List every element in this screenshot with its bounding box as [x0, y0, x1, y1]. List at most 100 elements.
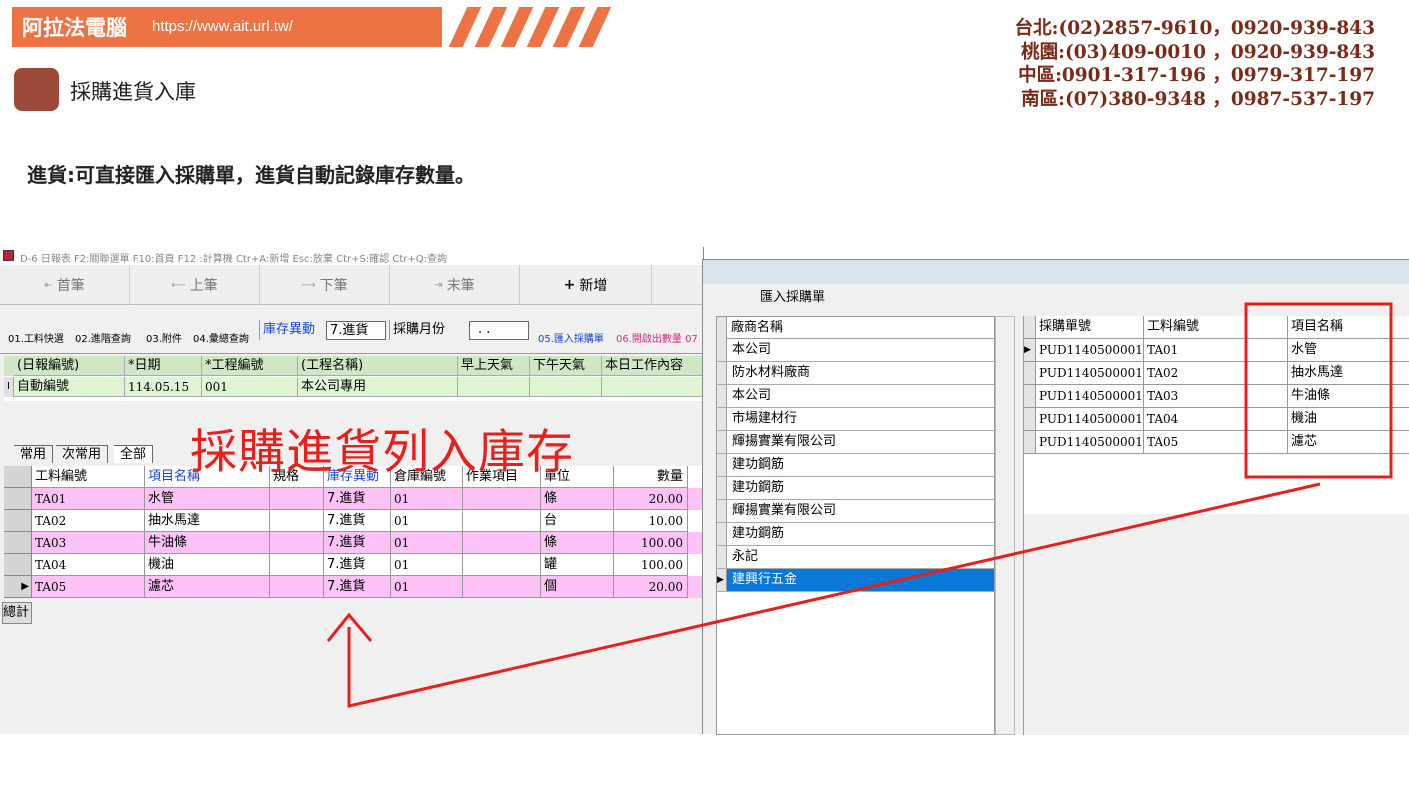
column-header[interactable]: *工程編號 [202, 356, 298, 376]
tab-secondary[interactable]: 次常用 [56, 445, 109, 463]
table-row[interactable]: ▶ TA05 濾芯 7.進貨 01 個 20.00 [4, 576, 703, 598]
spec-cell[interactable] [270, 576, 324, 598]
tab-all[interactable]: 全部 [114, 445, 154, 463]
po-number-cell[interactable]: PUD1140500001 [1036, 339, 1144, 362]
column-header[interactable]: 早上天氣 [458, 356, 530, 376]
operation-cell[interactable] [463, 576, 541, 598]
vendor-row[interactable]: 建功鋼筋 [717, 454, 994, 477]
po-number-cell[interactable]: PUD1140500001 [1036, 431, 1144, 454]
table-row[interactable]: PUD1140500001 TA04 機油 [1024, 408, 1409, 431]
column-header[interactable]: 工料編號 [32, 466, 145, 488]
column-header[interactable]: *日期 [125, 356, 202, 376]
column-header[interactable]: (日報編號) [14, 356, 125, 376]
item-name-cell[interactable]: 抽水馬達 [1288, 362, 1409, 385]
column-header[interactable]: 項目名稱 [1288, 316, 1409, 339]
vendor-row[interactable]: 本公司 [717, 385, 994, 408]
table-row[interactable]: TA04 機油 7.進貨 01 罐 100.00 [4, 554, 703, 576]
brand-url[interactable]: https://www.ait.url.tw/ [152, 18, 293, 35]
unit-cell[interactable]: 台 [541, 510, 614, 532]
stock-change-cell[interactable]: 7.進貨 [324, 510, 391, 532]
last-record-button[interactable]: ⇥ 末筆 [390, 265, 520, 305]
quantity-cell[interactable]: 20.00 [614, 488, 688, 510]
item-name-cell[interactable]: 抽水馬達 [145, 510, 270, 532]
progress-query-button[interactable]: 02.進階查詢 [75, 330, 131, 345]
operation-cell[interactable] [463, 510, 541, 532]
quantity-cell[interactable]: 20.00 [614, 576, 688, 598]
item-name-cell[interactable]: 機油 [1288, 408, 1409, 431]
table-row[interactable]: PUD1140500001 TA02 抽水馬達 [1024, 362, 1409, 385]
date-cell[interactable]: 114.05.15 [125, 377, 202, 397]
material-code-cell[interactable]: TA02 [32, 510, 145, 532]
material-code-cell[interactable]: TA03 [1144, 385, 1288, 408]
vendor-list-scrollbar[interactable] [995, 316, 1015, 735]
first-record-button[interactable]: ⇤ 首筆 [0, 265, 130, 305]
table-row[interactable]: TA03 牛油條 7.進貨 01 條 100.00 [4, 532, 703, 554]
vendor-row[interactable]: 永記 [717, 546, 994, 569]
vendor-row-selected[interactable]: ▶ 建興行五金 [717, 569, 994, 592]
unit-cell[interactable]: 罐 [541, 554, 614, 576]
prev-record-button[interactable]: ⟵ 上筆 [130, 265, 260, 305]
material-code-cell[interactable]: TA03 [32, 532, 145, 554]
purchase-month-input[interactable]: . . [469, 321, 529, 340]
item-name-cell[interactable]: 水管 [145, 488, 270, 510]
table-row[interactable]: TA02 抽水馬達 7.進貨 01 台 10.00 [4, 510, 703, 532]
import-po-button[interactable]: 05.匯入採購單 [538, 330, 604, 345]
add-record-button[interactable]: + 新增 [520, 265, 652, 305]
spec-cell[interactable] [270, 554, 324, 576]
attachment-button[interactable]: 03.附件 [146, 330, 182, 345]
quantity-cell[interactable]: 100.00 [614, 532, 688, 554]
material-quick-button[interactable]: 01.工料快選 [8, 330, 64, 345]
warehouse-cell[interactable]: 01 [391, 510, 463, 532]
operation-cell[interactable] [463, 488, 541, 510]
material-code-cell[interactable]: TA04 [1144, 408, 1288, 431]
quantity-cell[interactable]: 100.00 [614, 554, 688, 576]
material-code-cell[interactable]: TA01 [32, 488, 145, 510]
material-code-cell[interactable]: TA05 [1144, 431, 1288, 454]
warehouse-cell[interactable]: 01 [391, 576, 463, 598]
stock-change-cell[interactable]: 7.進貨 [324, 554, 391, 576]
po-number-cell[interactable]: PUD1140500001 [1036, 408, 1144, 431]
stock-change-cell[interactable]: 7.進貨 [324, 532, 391, 554]
table-row[interactable]: TA01 水管 7.進貨 01 條 20.00 [4, 488, 703, 510]
stock-change-cell[interactable]: 7.進貨 [324, 488, 391, 510]
spec-cell[interactable] [270, 532, 324, 554]
operation-cell[interactable] [463, 532, 541, 554]
warehouse-cell[interactable]: 01 [391, 532, 463, 554]
tab-common[interactable]: 常用 [14, 445, 54, 463]
stock-change-cell[interactable]: 7.進貨 [324, 576, 391, 598]
afternoon-weather-cell[interactable] [530, 377, 602, 397]
item-name-cell[interactable]: 機油 [145, 554, 270, 576]
vendor-row[interactable]: 輝揚實業有限公司 [717, 500, 994, 523]
material-code-cell[interactable]: TA05 [32, 576, 145, 598]
quantity-cell[interactable]: 10.00 [614, 510, 688, 532]
material-code-cell[interactable]: TA01 [1144, 339, 1288, 362]
summary-query-button[interactable]: 04.彙總查詢 [193, 330, 249, 345]
item-name-cell[interactable]: 水管 [1288, 339, 1409, 362]
spec-cell[interactable] [270, 510, 324, 532]
vendor-row[interactable]: 輝揚實業有限公司 [717, 431, 994, 454]
table-row[interactable]: I 自動編號 114.05.15 001 本公司專用 [4, 377, 703, 397]
po-number-cell[interactable]: PUD1140500001 [1036, 362, 1144, 385]
next-record-button[interactable]: ⟶ 下筆 [260, 265, 390, 305]
item-name-cell[interactable]: 濾芯 [145, 576, 270, 598]
vendor-row[interactable]: 防水材料廠商 [717, 362, 994, 385]
material-code-cell[interactable]: TA04 [32, 554, 145, 576]
vendor-row[interactable]: 建功鋼筋 [717, 523, 994, 546]
unit-cell[interactable]: 條 [541, 488, 614, 510]
material-code-cell[interactable]: TA02 [1144, 362, 1288, 385]
item-name-cell[interactable]: 牛油條 [1288, 385, 1409, 408]
unit-cell[interactable]: 個 [541, 576, 614, 598]
unit-cell[interactable]: 條 [541, 532, 614, 554]
table-row[interactable]: PUD1140500001 TA03 牛油條 [1024, 385, 1409, 408]
vendor-row[interactable]: 本公司 [717, 339, 994, 362]
stock-change-select[interactable]: 7.進貨 [326, 321, 386, 340]
column-header[interactable]: 工料編號 [1144, 316, 1288, 339]
operation-cell[interactable] [463, 554, 541, 576]
column-header[interactable]: 本日工作內容 [602, 356, 703, 376]
open-qty-button[interactable]: 06.開啟出數量 07 [616, 330, 698, 345]
column-header[interactable]: 廠商名稱 [731, 317, 783, 339]
column-header[interactable]: (工程名稱) [298, 356, 458, 376]
column-header[interactable]: 採購單號 [1036, 316, 1144, 339]
project-number-cell[interactable]: 001 [202, 377, 298, 397]
po-number-cell[interactable]: PUD1140500001 [1036, 385, 1144, 408]
